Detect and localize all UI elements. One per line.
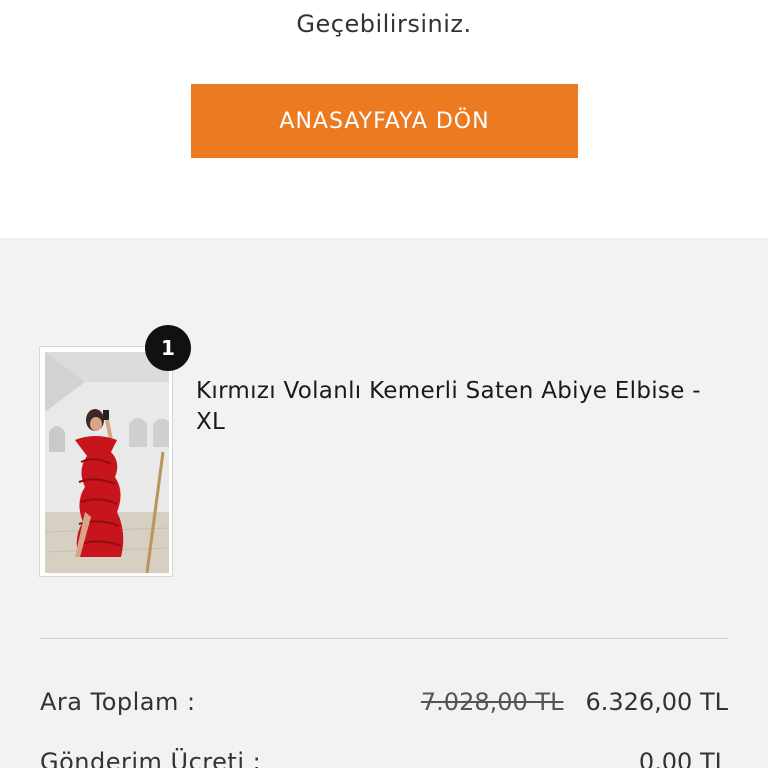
subtotal-price: 6.326,00 TL bbox=[585, 688, 728, 716]
quantity-badge: 1 bbox=[145, 325, 191, 371]
old-price: 7.028,00 TL bbox=[420, 688, 564, 716]
shipping-label: Gönderim Ücreti : bbox=[40, 748, 262, 768]
shipping-values: 0,00 TL bbox=[639, 748, 728, 768]
home-button[interactable]: ANASAYFAYA DÖN bbox=[191, 84, 578, 158]
info-text: Geçebilirsiniz. bbox=[296, 10, 472, 38]
subtotal-label: Ara Toplam : bbox=[40, 688, 196, 716]
order-summary: 1 Kırmızı Volanlı Kemerli Saten Abiye El… bbox=[0, 238, 768, 768]
subtotal-row: Ara Toplam : 7.028,00 TL 6.326,00 TL bbox=[40, 688, 728, 724]
product-name[interactable]: Kırmızı Volanlı Kemerli Saten Abiye Elbi… bbox=[196, 376, 726, 438]
red-dress-photo-icon bbox=[45, 352, 169, 573]
shipping-price: 0,00 TL bbox=[638, 748, 728, 768]
subtotal-values: 7.028,00 TL 6.326,00 TL bbox=[421, 688, 728, 716]
order-complete-page: Geçebilirsiniz. ANASAYFAYA DÖN 1 Kırmızı… bbox=[0, 0, 768, 768]
product-image[interactable] bbox=[39, 346, 173, 577]
confirmation-section: Geçebilirsiniz. ANASAYFAYA DÖN bbox=[0, 0, 768, 238]
divider bbox=[40, 638, 728, 639]
shipping-row: Gönderim Ücreti : 0,00 TL bbox=[40, 748, 728, 768]
